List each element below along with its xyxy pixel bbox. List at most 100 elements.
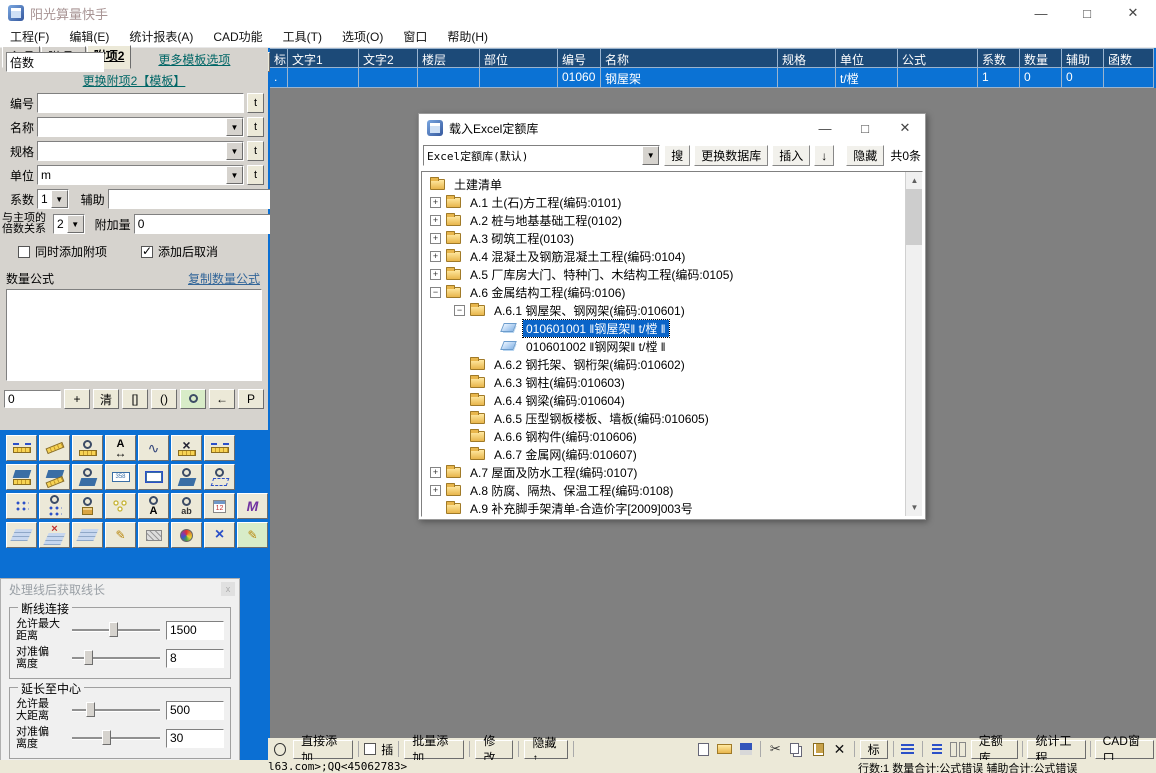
grid-cell[interactable]: 0 (1020, 68, 1062, 88)
grid-cell[interactable]: 钢屋架 (601, 68, 778, 88)
cad-window-button[interactable]: CAD窗口 (1095, 740, 1154, 759)
menu-item-3[interactable]: CAD功能 (203, 26, 272, 48)
dialog-close-button[interactable]: ✕ (885, 114, 925, 142)
font-format-icon[interactable]: M (237, 493, 268, 519)
expand-icon[interactable]: + (430, 251, 441, 262)
rect-nodes-icon[interactable] (138, 464, 169, 490)
grid-cell[interactable] (359, 68, 418, 88)
tree-item[interactable]: A.6.7 金属网(编码:010607) (422, 445, 905, 463)
coef-combo[interactable]: 1 ▼ (37, 189, 69, 209)
code-input[interactable] (37, 93, 244, 113)
search-formula-button[interactable] (180, 389, 206, 409)
area-zoom-measure-icon[interactable] (72, 464, 103, 490)
text-width-icon[interactable]: A↔ (105, 435, 136, 461)
tree-item-label[interactable]: A.3 砌筑工程(0103) (467, 230, 577, 247)
menu-item-5[interactable]: 选项(O) (332, 26, 393, 48)
tree-item-label[interactable]: A.5 厂库房大门、特种门、木结构工程(编码:0105) (467, 266, 736, 283)
insert-checkbox[interactable]: 插 (364, 741, 393, 758)
quota-db-combo[interactable]: Excel定额库(默认) ▼ (423, 145, 660, 166)
column-header-11[interactable]: 数量 (1020, 48, 1062, 68)
expand-icon[interactable]: + (430, 197, 441, 208)
find-symbol-icon[interactable]: A (138, 493, 169, 519)
tree-item[interactable]: A.6.5 压型钢板楼板、墙板(编码:010605) (422, 409, 905, 427)
tree-item-label[interactable]: A.6.1 钢屋架、钢网架(编码:010601) (491, 302, 688, 319)
column-view-icon[interactable] (949, 740, 967, 758)
tree-item-label[interactable]: A.2 桩与地基基础工程(0102) (467, 212, 625, 229)
polyline-measure-icon[interactable]: ∿ (138, 435, 169, 461)
tree-item-label[interactable]: A.6.5 压型钢板楼板、墙板(编码:010605) (491, 410, 712, 427)
tree-item[interactable]: + A.4 混凝土及钢筋混凝土工程(编码:0104) (422, 247, 905, 265)
break-line-measure-icon[interactable]: × (171, 435, 202, 461)
tree-item[interactable]: 010601001 ‖钢屋架‖ t/樘 ‖ (422, 319, 905, 337)
region-zoom-icon[interactable] (171, 464, 202, 490)
extend-align-offset-slider[interactable] (72, 729, 160, 747)
column-header-5[interactable]: 编号 (558, 48, 601, 68)
mark-button[interactable]: 标 (860, 740, 888, 759)
unit-combo[interactable]: m ▼ (37, 165, 244, 185)
tree-item-label[interactable]: A.6.6 钢构件(编码:010606) (491, 428, 640, 445)
brackets-button[interactable]: [] (122, 389, 148, 409)
expand-icon[interactable]: + (430, 467, 441, 478)
tree-item[interactable]: +A.1 土(石)方工程(编码:0101) (422, 193, 905, 211)
tree-item[interactable]: +A.8 防腐、隔热、保温工程(编码:0108) (422, 481, 905, 499)
tree-item[interactable]: A.6.3 钢柱(编码:010603) (422, 373, 905, 391)
tree-item[interactable]: +A.3 砌筑工程(0103) (422, 229, 905, 247)
hide-button[interactable]: 隐藏 (846, 145, 884, 166)
plus-button[interactable]: + (64, 389, 90, 409)
tree-item[interactable]: A.6.6 钢构件(编码:010606) (422, 427, 905, 445)
unit-t-button[interactable]: t (247, 165, 264, 185)
tree-item-label[interactable]: 土建清单 (451, 176, 505, 193)
palette-icon[interactable] (171, 522, 202, 548)
checkbox-icon[interactable] (18, 246, 30, 258)
hide-up-button[interactable]: 隐藏↑ (524, 740, 568, 759)
menu-item-4[interactable]: 工具(T) (273, 26, 332, 48)
statistics-button[interactable]: 统计工程 (1027, 740, 1085, 759)
max-distance-slider[interactable] (72, 621, 160, 639)
tree-item[interactable]: A.6.2 钢托架、钢桁架(编码:010602) (422, 355, 905, 373)
column-header-6[interactable]: 名称 (601, 48, 778, 68)
close-button[interactable]: ✕ (1110, 0, 1156, 26)
find-text-icon[interactable]: ab (171, 493, 202, 519)
collapse-icon[interactable]: − (430, 287, 441, 298)
tree-item[interactable]: −A.6 金属结构工程(编码:0106) (422, 283, 905, 301)
paste-icon[interactable] (809, 740, 827, 758)
tree-item-label[interactable]: A.4 混凝土及钢筋混凝土工程(编码:0104) (467, 248, 688, 265)
menu-item-7[interactable]: 帮助(H) (437, 26, 498, 48)
p-button[interactable]: P (238, 389, 264, 409)
menu-item-0[interactable]: 工程(F) (0, 26, 59, 48)
column-header-4[interactable]: 部位 (480, 48, 558, 68)
tree-item[interactable]: 010601002 ‖钢网架‖ t/樘 ‖ (422, 337, 905, 355)
measure-ruler-icon[interactable] (39, 435, 70, 461)
grid-cell[interactable]: . (270, 68, 288, 88)
spec-t-button[interactable]: t (247, 141, 264, 161)
tree-item-label[interactable]: 010601002 ‖钢网架‖ t/樘 ‖ (523, 338, 669, 355)
layer-cut-icon[interactable]: × (39, 522, 70, 548)
replace-template-link[interactable]: 更换附项2【模板】 (83, 74, 186, 88)
tree-item[interactable]: −A.6.1 钢屋架、钢网架(编码:010601) (422, 301, 905, 319)
column-header-1[interactable]: 文字1 (288, 48, 359, 68)
align-offset-slider[interactable] (72, 649, 160, 667)
count-zoom-icon[interactable] (39, 493, 70, 519)
parens-button[interactable]: () (151, 389, 177, 409)
tree-item[interactable]: +A.2 桩与地基基础工程(0102) (422, 211, 905, 229)
annotate-pencil-icon[interactable]: ✎ (105, 522, 136, 548)
column-header-12[interactable]: 辅助 (1062, 48, 1104, 68)
tree-item-label[interactable]: A.6.3 钢柱(编码:010603) (491, 374, 628, 391)
tree-item-label-selected[interactable]: 010601001 ‖钢屋架‖ t/樘 ‖ (523, 320, 669, 337)
count-block-icon[interactable] (72, 493, 103, 519)
polygon-zoom-icon[interactable] (204, 464, 235, 490)
tree-item[interactable]: +A.5 厂库房大门、特种门、木结构工程(编码:0105) (422, 265, 905, 283)
direct-add-button[interactable]: 直接添加 (293, 740, 353, 759)
maximize-button[interactable]: □ (1064, 0, 1110, 26)
menu-item-2[interactable]: 统计报表(A) (119, 26, 203, 48)
clear-button[interactable]: 清 (93, 389, 119, 409)
grid-cell[interactable] (778, 68, 836, 88)
column-header-3[interactable]: 楼层 (418, 48, 480, 68)
ratio-combo[interactable]: 2 ▼ (53, 214, 85, 234)
backspace-button[interactable]: ← (209, 389, 235, 409)
more-templates-link[interactable]: 更多模板选项 (158, 51, 230, 68)
grid-cell[interactable]: 1 (978, 68, 1020, 88)
down-arrow-button[interactable]: ↓ (814, 145, 834, 166)
column-header-9[interactable]: 公式 (898, 48, 978, 68)
break-cross-icon[interactable]: × (204, 522, 235, 548)
